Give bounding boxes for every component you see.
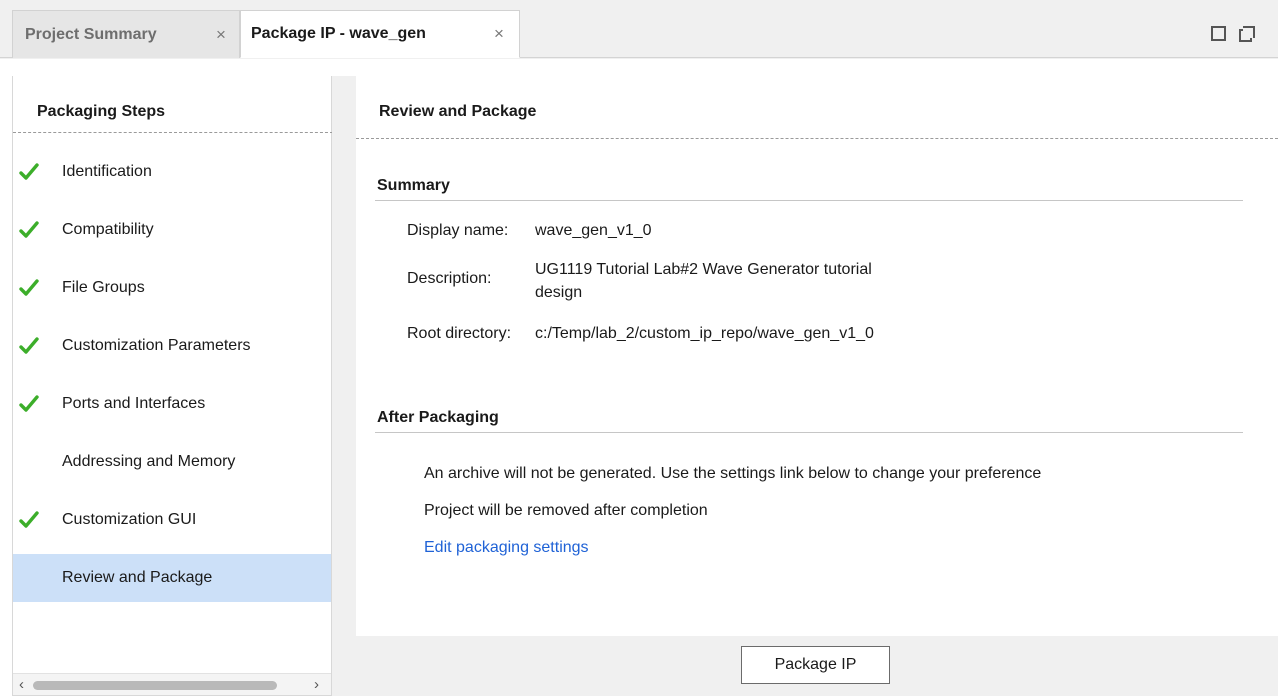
archive-info-text: An archive will not be generated. Use th…: [424, 465, 1042, 482]
root-directory-label: Root directory:: [407, 325, 512, 342]
panel-title: Packaging Steps: [37, 103, 166, 120]
step-label: Addressing and Memory: [62, 453, 236, 470]
scroll-right-icon[interactable]: ›: [314, 676, 319, 693]
scroll-left-icon[interactable]: ‹: [19, 676, 24, 693]
step-label: Review and Package: [62, 569, 213, 586]
edit-packaging-settings-link[interactable]: Edit packaging settings: [424, 539, 589, 557]
project-removal-text: Project will be removed after completion: [424, 502, 708, 519]
tab-project-summary[interactable]: Project Summary ×: [12, 10, 240, 58]
description-line: design: [535, 284, 583, 301]
divider: [13, 132, 333, 133]
tab-bar: Project Summary × Package IP - wave_gen …: [0, 0, 1278, 58]
step-label: Customization GUI: [62, 511, 197, 528]
scrollbar-thumb[interactable]: [33, 681, 277, 690]
package-ip-button[interactable]: Package IP: [741, 646, 890, 684]
step-label: Identification: [62, 163, 152, 180]
description-label: Description:: [407, 270, 492, 287]
check-icon: [19, 511, 39, 528]
root-directory-value: c:/Temp/lab_2/custom_ip_repo/wave_gen_v1…: [535, 325, 874, 342]
page-title: Review and Package: [379, 103, 537, 120]
step-item[interactable]: Addressing and Memory: [13, 438, 331, 486]
section-rule: [375, 200, 1243, 201]
step-item[interactable]: Ports and Interfaces: [13, 380, 331, 428]
display-name-label: Display name:: [407, 222, 509, 239]
description-value: UG1119 Tutorial Lab#2 Wave Generator tut…: [535, 258, 872, 304]
step-item[interactable]: Identification: [13, 148, 331, 196]
float-window-icon[interactable]: [1239, 26, 1255, 42]
step-label: File Groups: [62, 279, 145, 296]
check-icon: [19, 279, 39, 296]
close-icon[interactable]: ×: [494, 24, 504, 44]
check-icon: [19, 337, 39, 354]
description-line: UG1119 Tutorial Lab#2 Wave Generator tut…: [535, 261, 872, 278]
divider: [356, 138, 1278, 139]
maximize-icon[interactable]: [1211, 26, 1226, 41]
summary-heading: Summary: [377, 177, 450, 194]
review-package-panel: Review and Package Summary Display name:…: [356, 76, 1278, 696]
section-rule: [375, 432, 1243, 433]
step-label: Customization Parameters: [62, 337, 251, 354]
panel-splitter[interactable]: [332, 76, 356, 696]
step-item[interactable]: Customization GUI: [13, 496, 331, 544]
step-item[interactable]: Compatibility: [13, 206, 331, 254]
check-icon: [19, 163, 39, 180]
step-item[interactable]: Review and Package: [13, 554, 331, 602]
after-packaging-heading: After Packaging: [377, 409, 499, 426]
check-icon: [19, 395, 39, 412]
tab-label: Package IP - wave_gen: [251, 25, 426, 42]
action-bar: Package IP: [356, 636, 1278, 696]
display-name-value: wave_gen_v1_0: [535, 222, 652, 239]
step-item[interactable]: File Groups: [13, 264, 331, 312]
horizontal-scrollbar[interactable]: ‹ ›: [13, 673, 331, 695]
step-item[interactable]: Customization Parameters: [13, 322, 331, 370]
check-icon: [19, 221, 39, 238]
step-label: Compatibility: [62, 221, 154, 238]
packaging-steps-panel: Packaging Steps Identification Compatibil…: [12, 76, 333, 696]
tab-package-ip[interactable]: Package IP - wave_gen ×: [240, 10, 520, 58]
close-icon[interactable]: ×: [216, 25, 226, 45]
tab-label: Project Summary: [25, 25, 157, 43]
step-label: Ports and Interfaces: [62, 395, 206, 412]
